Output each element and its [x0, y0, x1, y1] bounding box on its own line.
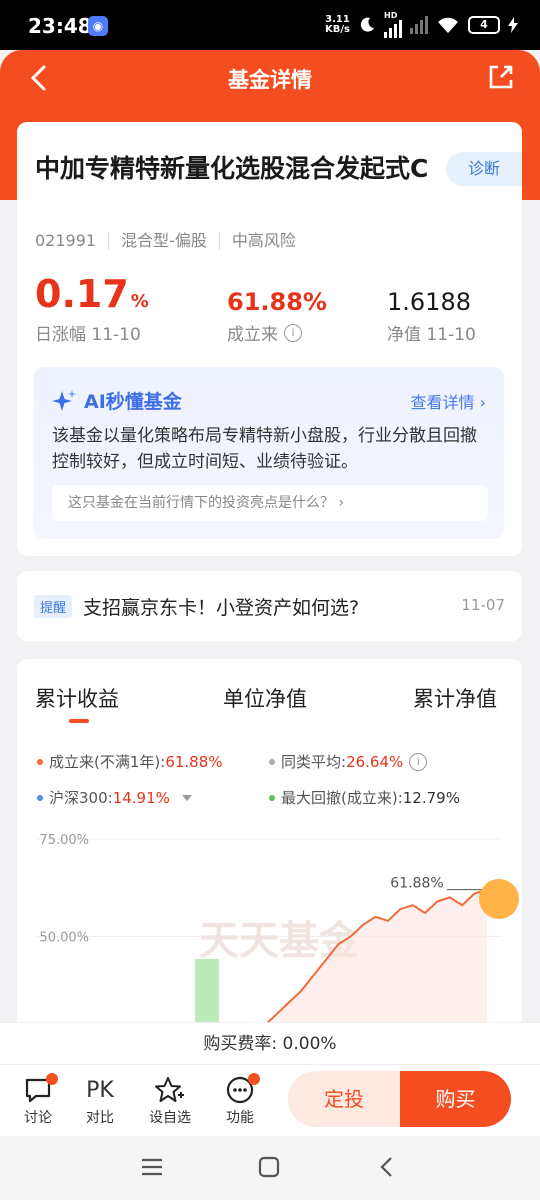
since-inception-label: 成立来 i — [227, 320, 327, 345]
nav-label: 净值 11-10 — [387, 325, 476, 345]
ai-description: 该基金以量化策略布局专精特新小盘股，行业分散且回撤控制较好，但成立时间短、业绩待… — [52, 426, 477, 472]
fund-code: 021991 — [35, 231, 97, 250]
charging-icon — [508, 17, 518, 33]
compare-button[interactable]: PK 对比 — [74, 1073, 126, 1127]
functions-button[interactable]: 功能 — [214, 1073, 266, 1127]
notice-date: 11-07 — [461, 596, 505, 614]
discuss-button[interactable]: 讨论 — [12, 1073, 64, 1127]
peer-info-icon[interactable]: i — [409, 752, 428, 771]
sparkle-icon — [52, 389, 76, 411]
daily-change-label: 日涨幅 11-10 — [35, 325, 141, 345]
ai-more-link[interactable]: 查看详情 › — [411, 389, 487, 413]
ai-title: AI秒懂基金 — [52, 387, 182, 414]
fund-type: 混合型-偏股 — [108, 232, 219, 250]
battery-icon: 4 — [468, 16, 500, 34]
tab-cumulative-nav[interactable]: 累计净值 — [413, 683, 497, 713]
tab-cumulative-return[interactable]: 累计收益 — [35, 683, 119, 723]
signal-icon — [384, 20, 402, 38]
info-icon[interactable]: i — [284, 323, 302, 342]
diagnose-button[interactable]: 诊断 — [446, 152, 522, 186]
status-bar: 23:48 ◉ 3.11 KB/s HD 4 — [0, 0, 540, 50]
notice-banner[interactable]: 提醒 支招赢京东卡！小登资产如何选? 11-07 — [17, 571, 522, 641]
status-icons: 3.11 KB/s HD 4 — [325, 12, 518, 38]
y-tick-label: 50.00% — [39, 930, 89, 945]
chart-tabs: 累计收益 单位净值 累计净值 — [17, 683, 522, 723]
daily-change-value: 0.17% — [35, 272, 149, 316]
nav-stat: 1.6188 净值 11-10 — [387, 272, 476, 345]
back-nav-icon[interactable] — [378, 1156, 396, 1178]
system-nav-bar — [0, 1136, 540, 1200]
menu-icon[interactable] — [140, 1156, 164, 1178]
status-time: 23:48 — [28, 14, 92, 38]
mascot-icon — [479, 879, 519, 919]
legend-drawdown: 最大回撤(成立来): 12.79% — [269, 787, 460, 808]
ai-summary-box: AI秒懂基金 查看详情 › 该基金以量化策略布局专精特新小盘股，行业分散且回撤控… — [34, 367, 504, 539]
notification-dot — [46, 1073, 58, 1085]
performance-chart-card: 累计收益 单位净值 累计净值 成立来(不满1年): 61.88% 同类平均: 26.… — [17, 659, 522, 1059]
tab-unit-nav[interactable]: 单位净值 — [223, 683, 307, 713]
network-speed: 3.11 KB/s — [325, 14, 350, 35]
ai-question-button[interactable]: 这只基金在当前行情下的投资亮点是什么？ › — [52, 485, 488, 521]
fund-name: 中加专精特新量化选股混合发起式C — [35, 154, 429, 183]
app-notification-icon: ◉ — [88, 16, 108, 36]
legend-fund: 成立来(不满1年): 61.88% — [37, 751, 223, 772]
buy-button[interactable]: 购买 — [400, 1071, 511, 1127]
purchase-fee: 购买费率: 0.00% — [0, 1022, 540, 1064]
legend-peer: 同类平均: 26.64% i — [269, 751, 428, 772]
notice-tag: 提醒 — [34, 595, 73, 618]
fund-summary-card: 中加专精特新量化选股混合发起式C 诊断 021991 混合型-偏股 中高风险 0… — [17, 122, 522, 556]
moon-icon — [360, 17, 374, 32]
daily-change-stat: 0.17% 日涨幅 11-10 — [35, 272, 149, 345]
bottom-action-bar: 讨论 PK 对比 设自选 功能 定投 购买 — [0, 1064, 540, 1136]
since-inception-stat[interactable]: 61.88% 成立来 i — [227, 272, 327, 345]
pk-icon: PK — [86, 1077, 114, 1103]
fund-risk: 中高风险 — [218, 232, 308, 250]
page-title: 基金详情 — [228, 68, 312, 92]
legend-index[interactable]: 沪深300: 14.91% — [37, 787, 192, 808]
share-icon[interactable] — [486, 62, 516, 92]
hd-label: HD — [384, 11, 398, 20]
home-icon[interactable] — [258, 1156, 280, 1178]
add-favorite-button[interactable]: 设自选 — [144, 1073, 196, 1127]
nav-value: 1.6188 — [387, 288, 471, 316]
notice-text: 支招赢京东卡！小登资产如何选? — [83, 597, 360, 619]
chevron-down-icon — [181, 794, 192, 801]
y-tick-label: 75.00% — [39, 833, 89, 848]
notification-dot — [248, 1073, 260, 1085]
signal-2-icon — [410, 16, 428, 34]
wifi-icon — [438, 17, 458, 33]
since-inception-value: 61.88% — [227, 288, 327, 316]
end-value-label: 61.88% — [390, 876, 443, 892]
dingtou-button[interactable]: 定投 — [288, 1071, 400, 1127]
app-header: 基金详情 — [0, 50, 540, 110]
fund-meta: 021991 混合型-偏股 中高风险 — [35, 232, 308, 250]
star-plus-icon — [155, 1077, 184, 1102]
